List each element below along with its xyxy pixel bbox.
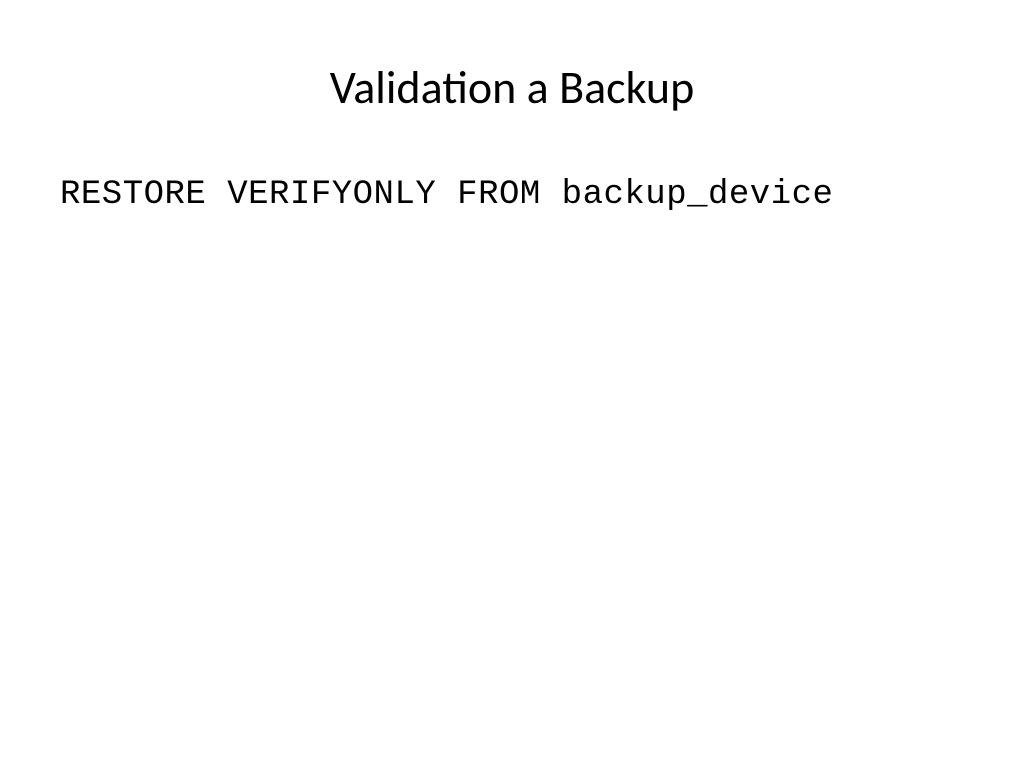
slide-container: Validation a Backup RESTORE VERIFYONLY F…	[0, 0, 1024, 768]
code-snippet: RESTORE VERIFYONLY FROM backup_device	[0, 176, 1024, 214]
slide-title: Validation a Backup	[0, 60, 1024, 116]
